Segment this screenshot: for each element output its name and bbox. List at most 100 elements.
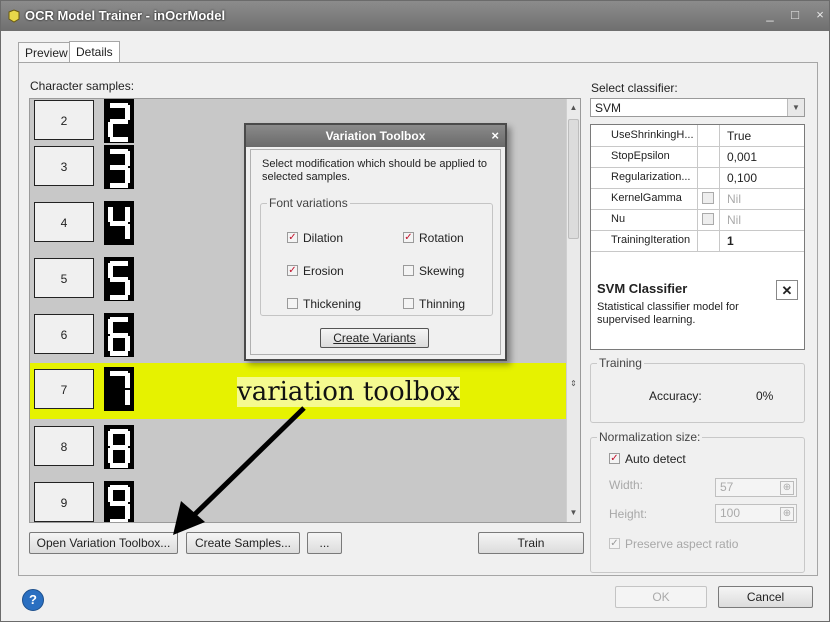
- auto-detect-checkbox[interactable]: ✓: [609, 453, 620, 464]
- sample-glyph-image: [104, 99, 134, 143]
- thickening-label: Thickening: [303, 297, 362, 311]
- property-value[interactable]: True: [727, 129, 751, 143]
- create-variants-label: Create Variants: [333, 331, 416, 345]
- property-toggle-cell: [697, 188, 720, 209]
- dialog-close-icon[interactable]: ×: [491, 125, 499, 147]
- dilation-checkbox[interactable]: ✓: [287, 232, 298, 243]
- chevron-down-icon[interactable]: ▼: [787, 99, 804, 116]
- dialog-instruction: Select modification which should be appl…: [262, 158, 488, 183]
- property-toggle-cell: [697, 209, 720, 230]
- sample-glyph-image: [104, 201, 134, 245]
- font-variations-legend: Font variations: [269, 196, 348, 210]
- tab-preview[interactable]: Preview: [18, 42, 75, 62]
- title-bar: OCR Model Trainer - inOcrModel _ □ ×: [1, 1, 829, 31]
- property-toggle-button[interactable]: [702, 192, 714, 204]
- sample-glyph-image: [104, 145, 134, 189]
- classifier-select[interactable]: SVM ▼: [590, 98, 805, 117]
- preserve-aspect-checkbox[interactable]: ✓: [609, 538, 620, 549]
- normalization-legend: Normalization size:: [599, 430, 701, 444]
- scroll-grip-icon: ⇕: [570, 379, 577, 388]
- height-value: 100: [720, 506, 741, 520]
- app-icon: [8, 9, 20, 23]
- stepper-arrows-icon[interactable]: ⊕: [780, 481, 794, 495]
- sample-row[interactable]: 9: [30, 477, 568, 522]
- property-toggle-cell: [697, 125, 720, 146]
- sample-number: 5: [34, 258, 94, 298]
- property-row[interactable]: KernelGamma Nil: [591, 188, 804, 210]
- height-label: Height:: [609, 507, 648, 521]
- cancel-button[interactable]: Cancel: [718, 586, 813, 608]
- scroll-up-icon[interactable]: ▲: [567, 101, 580, 115]
- sample-glyph-image: [104, 425, 134, 469]
- width-stepper[interactable]: 57 ⊕: [715, 478, 797, 497]
- maximize-button[interactable]: □: [788, 7, 802, 23]
- sample-glyph-image: [104, 313, 134, 357]
- create-variants-button[interactable]: Create Variants: [320, 328, 429, 348]
- stepper-arrows-icon[interactable]: ⊕: [780, 507, 794, 521]
- variation-toolbox-dialog: Variation Toolbox × Select modification …: [244, 123, 507, 361]
- width-value: 57: [720, 480, 734, 494]
- sample-number: 7: [34, 369, 94, 409]
- select-classifier-label: Select classifier:: [591, 81, 678, 95]
- property-toggle-cell: [697, 230, 720, 251]
- sample-number: 3: [34, 146, 94, 186]
- property-value[interactable]: Nil: [727, 213, 741, 227]
- property-value[interactable]: 0,100: [727, 171, 757, 185]
- training-legend: Training: [599, 356, 642, 370]
- property-name: UseShrinkingH...: [611, 129, 694, 141]
- property-toggle-cell: [697, 167, 720, 188]
- property-row[interactable]: TrainingIteration 1: [591, 230, 804, 252]
- property-toggle-button[interactable]: [702, 213, 714, 225]
- train-button[interactable]: Train: [478, 532, 584, 554]
- scroll-down-icon[interactable]: ▼: [567, 506, 580, 520]
- more-button[interactable]: ...: [307, 532, 342, 554]
- minimize-button[interactable]: _: [763, 7, 777, 23]
- rotation-label: Rotation: [419, 231, 464, 245]
- ok-button[interactable]: OK: [615, 586, 707, 608]
- dilation-label: Dilation: [303, 231, 344, 245]
- close-window-button[interactable]: ×: [813, 7, 827, 23]
- preserve-aspect-label: Preserve aspect ratio: [625, 537, 739, 551]
- property-name: TrainingIteration: [611, 234, 691, 246]
- property-row[interactable]: UseShrinkingH... True: [591, 125, 804, 147]
- sample-glyph-image: [104, 481, 134, 522]
- classifier-description-text: Statistical classifier model for supervi…: [597, 301, 739, 326]
- property-value[interactable]: 1: [727, 234, 734, 248]
- property-row[interactable]: Regularization... 0,100: [591, 167, 804, 189]
- character-samples-label: Character samples:: [30, 79, 135, 93]
- thickening-checkbox[interactable]: [287, 298, 298, 309]
- thinning-label: Thinning: [419, 297, 466, 311]
- samples-scrollbar[interactable]: ▲ ⇕ ▼: [566, 99, 580, 522]
- auto-detect-label: Auto detect: [625, 452, 686, 466]
- property-toggle-cell: [697, 146, 720, 167]
- sample-glyph-image: [104, 367, 134, 411]
- property-name: Regularization...: [611, 171, 691, 183]
- scroll-thumb[interactable]: [568, 119, 579, 239]
- close-icon[interactable]: ✕: [776, 280, 798, 300]
- thinning-checkbox[interactable]: [403, 298, 414, 309]
- sample-number: 4: [34, 202, 94, 242]
- tab-details[interactable]: Details: [69, 41, 120, 63]
- erosion-checkbox[interactable]: ✓: [287, 265, 298, 276]
- property-value[interactable]: 0,001: [727, 150, 757, 164]
- property-name: StopEpsilon: [611, 150, 670, 162]
- property-value[interactable]: Nil: [727, 192, 741, 206]
- sample-glyph-image: [104, 257, 134, 301]
- rotation-checkbox[interactable]: ✓: [403, 232, 414, 243]
- window-title: OCR Model Trainer - inOcrModel: [25, 8, 226, 23]
- sample-number: 6: [34, 314, 94, 354]
- sample-number: 8: [34, 426, 94, 466]
- property-row[interactable]: Nu Nil: [591, 209, 804, 231]
- property-name: KernelGamma: [611, 192, 682, 204]
- open-variation-toolbox-button[interactable]: Open Variation Toolbox...: [29, 532, 178, 554]
- sample-number: 2: [34, 100, 94, 140]
- skewing-checkbox[interactable]: [403, 265, 414, 276]
- property-row[interactable]: StopEpsilon 0,001: [591, 146, 804, 168]
- sample-row[interactable]: 8: [30, 421, 568, 477]
- property-name: Nu: [611, 213, 626, 225]
- height-stepper[interactable]: 100 ⊕: [715, 504, 797, 523]
- normalization-group: Normalization size:: [590, 430, 805, 573]
- help-icon[interactable]: ?: [22, 589, 44, 611]
- create-samples-button[interactable]: Create Samples...: [186, 532, 300, 554]
- ocr-trainer-window: OCR Model Trainer - inOcrModel _ □ × Pre…: [0, 0, 830, 622]
